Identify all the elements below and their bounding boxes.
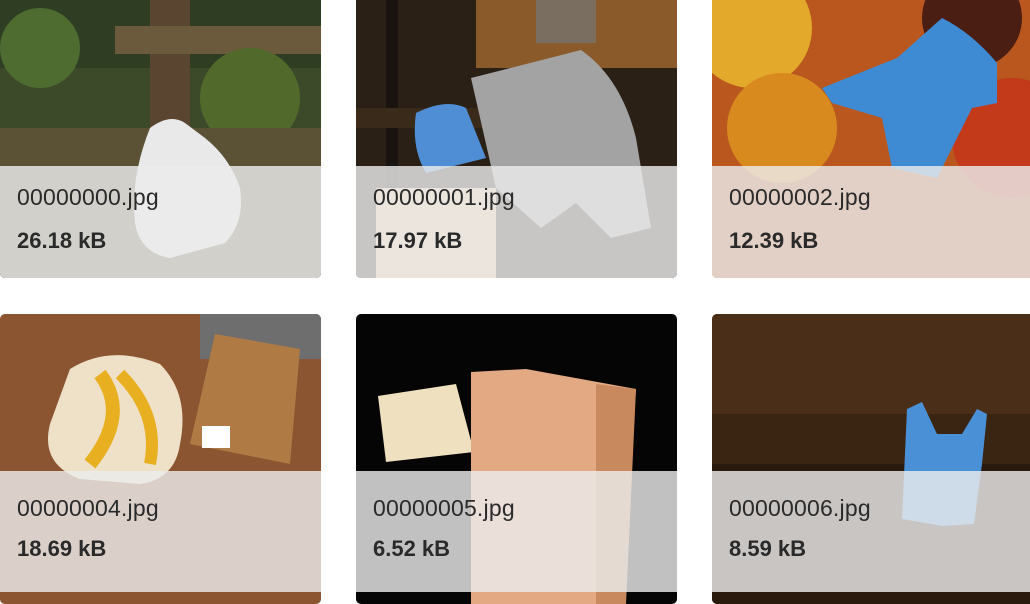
file-size: 17.97 kB [373,228,463,253]
card-caption: 00000005.jpg 6.52 kB [356,471,677,592]
gallery-card[interactable]: 00000004.jpg 18.69 kB [0,314,321,604]
card-caption: 00000000.jpg 26.18 kB [0,166,321,278]
file-name: 00000001.jpg [373,184,515,210]
file-size: 6.52 kB [373,536,451,561]
gallery-card[interactable]: 00000001.jpg 17.97 kB [356,0,677,278]
file-name: 00000006.jpg [729,495,871,521]
gallery-card[interactable]: 00000006.jpg 8.59 kB [712,314,1030,604]
card-caption: 00000001.jpg 17.97 kB [356,166,677,278]
file-name: 00000005.jpg [373,495,515,521]
file-size: 26.18 kB [17,228,107,253]
card-caption: 00000004.jpg 18.69 kB [0,471,321,592]
file-size: 8.59 kB [729,536,807,561]
gallery-card[interactable]: 00000005.jpg 6.52 kB [356,314,677,604]
gallery-card[interactable]: 00000002.jpg 12.39 kB [712,0,1030,278]
card-caption: 00000006.jpg 8.59 kB [712,471,1030,592]
file-name: 00000000.jpg [17,184,159,210]
card-caption: 00000002.jpg 12.39 kB [712,166,1030,278]
gallery-card[interactable]: 00000000.jpg 26.18 kB [0,0,321,278]
file-size: 18.69 kB [17,536,107,561]
file-name: 00000002.jpg [729,184,871,210]
file-size: 12.39 kB [729,228,819,253]
file-name: 00000004.jpg [17,495,159,521]
